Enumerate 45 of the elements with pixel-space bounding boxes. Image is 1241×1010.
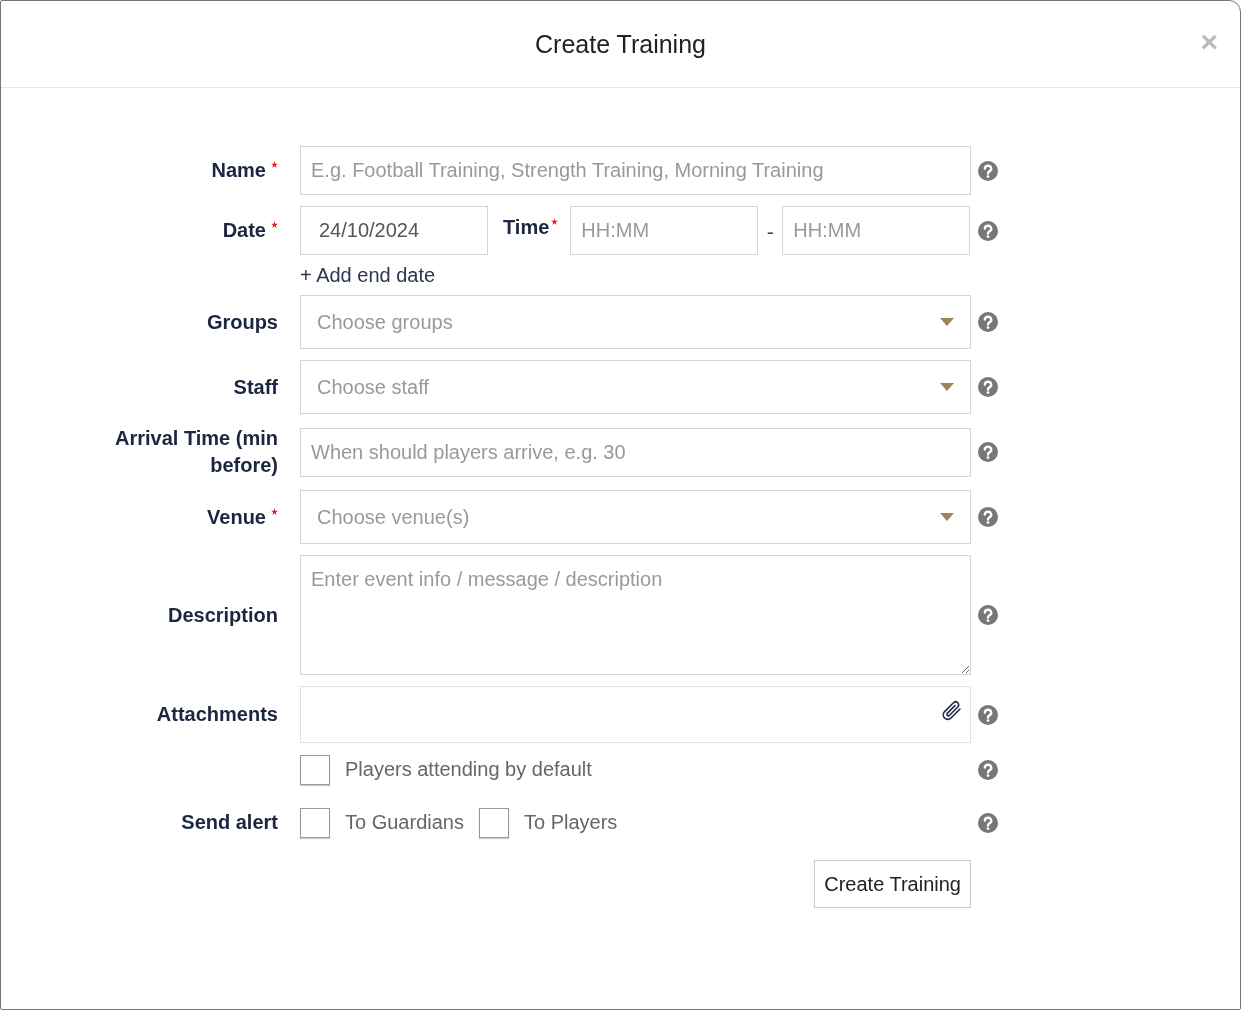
checkbox-label: To Guardians <box>345 811 464 834</box>
field-label: Venue <box>207 504 266 530</box>
paperclip-icon <box>940 699 964 723</box>
select-field[interactable]: Choose staff <box>300 360 971 414</box>
field-label: Time <box>503 216 550 239</box>
text-field[interactable]: E.g. Football Training, Strength Training, Morning Training <box>300 146 971 195</box>
help-icon[interactable] <box>978 377 998 397</box>
caret-icon <box>940 318 954 326</box>
checkbox[interactable] <box>478 807 509 838</box>
close-button[interactable]: × <box>1200 27 1218 57</box>
help-icon[interactable] <box>978 605 998 625</box>
dialog-title: Create Training <box>535 29 706 59</box>
checkbox[interactable] <box>300 754 330 785</box>
help-icon[interactable] <box>978 312 998 332</box>
description-field[interactable]: Enter event info / message / description <box>300 555 971 675</box>
caret-icon <box>940 513 954 521</box>
field-label: Date <box>222 218 266 243</box>
select-field[interactable]: Choose groups <box>300 295 971 349</box>
time-separator: - <box>765 220 775 244</box>
text-field[interactable]: When should players arrive, e.g. 30 <box>300 427 971 477</box>
help-icon[interactable] <box>978 220 998 241</box>
field-label: Description <box>167 602 278 628</box>
help-icon[interactable] <box>978 442 998 462</box>
field-label: Groups <box>206 309 278 335</box>
checkbox-label: Players attending by default <box>345 758 592 781</box>
help-icon[interactable] <box>978 812 998 833</box>
field-label: Name <box>211 158 266 183</box>
help-icon[interactable] <box>978 160 998 181</box>
time-field[interactable]: HH:MM <box>782 206 971 255</box>
help-icon[interactable] <box>978 704 998 725</box>
help-icon[interactable] <box>978 507 998 527</box>
caret-icon <box>940 383 954 391</box>
create-training-button[interactable]: Create Training <box>814 860 971 908</box>
attachment-field[interactable] <box>300 686 971 743</box>
date-field[interactable]: 24/10/2024 <box>300 206 488 255</box>
add-end-date-link[interactable]: + Add end date <box>300 264 971 287</box>
time-field[interactable]: HH:MM <box>570 206 759 255</box>
field-label: Arrival Time (min before) <box>113 426 278 478</box>
select-field[interactable]: Choose venue(s) <box>300 490 971 544</box>
field-label: Staff <box>233 374 278 400</box>
field-label: Attachments <box>156 702 278 727</box>
checkbox-label: To Players <box>523 811 618 834</box>
checkbox[interactable] <box>300 807 330 838</box>
help-icon[interactable] <box>978 759 998 780</box>
field-label: Send alert <box>181 810 278 835</box>
